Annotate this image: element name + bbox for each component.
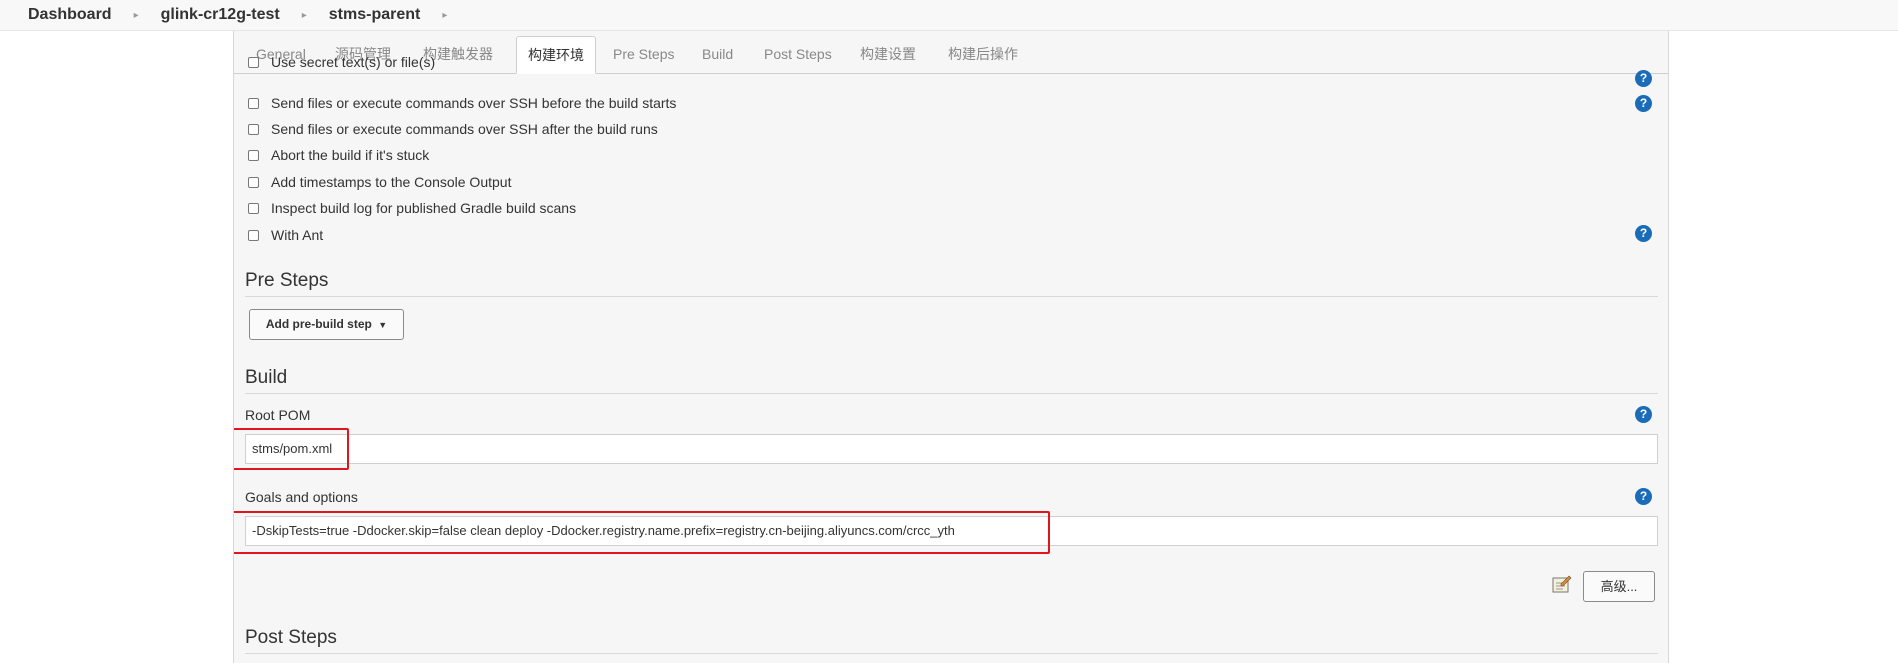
advanced-button[interactable]: 高级... [1583, 571, 1655, 602]
checkbox[interactable] [248, 176, 259, 188]
goals-highlight-box [234, 511, 1050, 554]
goals-and-options-label: Goals and options [245, 489, 358, 505]
option-gradle-build-scans[interactable]: Inspect build log for published Gradle b… [248, 197, 576, 219]
checkbox[interactable] [248, 97, 259, 109]
help-icon[interactable]: ? [1635, 70, 1652, 87]
tab-post-steps[interactable]: Post Steps [753, 36, 843, 73]
chevron-right-icon[interactable]: ▸ [442, 10, 447, 21]
help-icon[interactable]: ? [1635, 406, 1652, 423]
breadcrumb-project[interactable]: glink-cr12g-test [161, 6, 280, 24]
checkbox[interactable] [248, 149, 259, 161]
tab-build-environment[interactable]: 构建环境 [516, 36, 596, 74]
notepad-edit-icon[interactable] [1552, 575, 1572, 593]
help-icon[interactable]: ? [1635, 488, 1652, 505]
config-tabs: General 源码管理 构建触发器 构建环境 Pre Steps Build … [234, 31, 1668, 74]
breadcrumb-dashboard[interactable]: Dashboard [28, 6, 112, 24]
checkbox[interactable] [248, 202, 259, 214]
checkbox[interactable] [248, 123, 259, 135]
divider [245, 653, 1658, 654]
option-ssh-after-build[interactable]: Send files or execute commands over SSH … [248, 118, 658, 140]
add-pre-build-step-button[interactable]: Add pre-build step ▼ [249, 309, 404, 340]
option-abort-if-stuck[interactable]: Abort the build if it's stuck [248, 144, 429, 166]
option-label: Add timestamps to the Console Output [271, 174, 512, 190]
config-panel: General 源码管理 构建触发器 构建环境 Pre Steps Build … [233, 31, 1669, 663]
button-label: Add pre-build step [265, 317, 372, 331]
chevron-right-icon[interactable]: ▸ [302, 10, 307, 21]
option-label: Use secret text(s) or file(s) [271, 54, 436, 70]
divider [245, 296, 1658, 297]
option-add-timestamps[interactable]: Add timestamps to the Console Output [248, 171, 511, 193]
option-label: Send files or execute commands over SSH … [271, 121, 658, 137]
option-label: Abort the build if it's stuck [271, 147, 430, 163]
tab-post-build-actions[interactable]: 构建后操作 [937, 36, 1029, 73]
chevron-right-icon[interactable]: ▸ [134, 10, 139, 21]
option-ssh-before-build[interactable]: Send files or execute commands over SSH … [248, 92, 676, 114]
option-with-ant[interactable]: With Ant [248, 224, 323, 246]
root-pom-label: Root POM [245, 407, 311, 423]
tab-build[interactable]: Build [691, 36, 744, 73]
option-label: Send files or execute commands over SSH … [271, 95, 677, 111]
section-title-build: Build [245, 367, 288, 388]
divider [245, 393, 1658, 394]
root-pom-highlight-box [234, 428, 349, 470]
option-label: Inspect build log for published Gradle b… [271, 200, 577, 216]
dropdown-caret-icon: ▼ [378, 320, 388, 330]
section-title-pre-steps: Pre Steps [245, 270, 329, 291]
tab-pre-steps[interactable]: Pre Steps [602, 36, 685, 73]
option-secret-text[interactable]: Use secret text(s) or file(s) [248, 51, 435, 73]
tab-build-settings[interactable]: 构建设置 [849, 36, 927, 73]
help-icon[interactable]: ? [1635, 225, 1652, 242]
section-title-post-steps: Post Steps [245, 627, 337, 648]
root-pom-input[interactable]: stms/pom.xml [245, 434, 1658, 464]
checkbox[interactable] [248, 229, 259, 241]
checkbox[interactable] [248, 56, 259, 68]
help-icon[interactable]: ? [1635, 95, 1652, 112]
breadcrumb-module[interactable]: stms-parent [329, 6, 421, 24]
breadcrumb: Dashboard ▸ glink-cr12g-test ▸ stms-pare… [0, 0, 1898, 31]
option-label: With Ant [271, 227, 324, 243]
